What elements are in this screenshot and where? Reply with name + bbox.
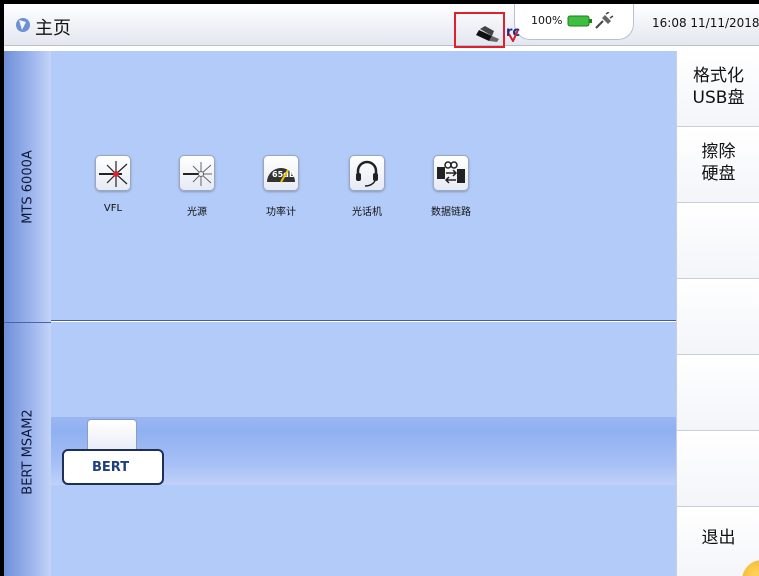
power-meter-icon: 65dB	[263, 155, 299, 191]
title-bar: 主页 rc 100% 16:08 11/11/2018	[4, 4, 759, 48]
home-icon	[16, 18, 30, 32]
panel-divider	[51, 320, 676, 321]
usb-icon[interactable]	[476, 24, 502, 42]
page-title: 主页	[35, 18, 71, 39]
light-source-icon	[179, 155, 215, 191]
data-link-icon	[433, 155, 469, 191]
bert-button[interactable]: BERT	[62, 449, 164, 485]
format-usb-label-line2: USB盘	[692, 88, 745, 108]
module-tab-bert-msam2[interactable]: BERT MSAM2	[4, 322, 51, 576]
battery-percent: 100%	[531, 14, 563, 27]
tool-label: 光源	[187, 207, 207, 218]
clock: 16:08 11/11/2018	[652, 16, 759, 30]
module-label: BERT MSAM2	[20, 408, 35, 495]
module-label: MTS 6000A	[20, 149, 35, 224]
vfl-icon	[95, 155, 131, 191]
tool-label: 数据链路	[431, 207, 471, 218]
svg-text:rc: rc	[506, 25, 520, 40]
erase-disk-button[interactable]: 擦除 硬盘	[677, 127, 759, 203]
bert-panel: BERT	[51, 322, 676, 576]
sidebar-empty-button[interactable]	[677, 203, 759, 279]
erase-disk-label-line1: 擦除	[701, 142, 736, 162]
sidebar-empty-button[interactable]	[677, 355, 759, 431]
tool-label: 功率计	[266, 207, 296, 218]
tool-label: 光话机	[352, 207, 382, 218]
tool-vfl[interactable]: VFL	[83, 155, 143, 214]
module-tab-mts-6000a[interactable]: MTS 6000A	[4, 51, 51, 322]
tool-label: VFL	[103, 203, 123, 214]
tool-data-link[interactable]: 数据链路	[421, 155, 481, 218]
device-screen: 主页 rc 100% 16:08 11/11/2018 MTS 6000A BE…	[0, 0, 759, 576]
erase-disk-label-line2: 硬盘	[701, 164, 736, 184]
tool-light-source[interactable]: 光源	[167, 155, 227, 218]
sidebar-empty-button[interactable]	[677, 279, 759, 355]
format-usb-label-line1: 格式化	[693, 66, 744, 86]
remote-control-icon: rc	[506, 25, 520, 42]
headset-icon	[349, 155, 385, 191]
tool-headset[interactable]: 光话机	[337, 155, 397, 218]
bert-tab-back[interactable]	[87, 419, 137, 453]
tool-power-meter[interactable]: 65dB 功率计	[251, 155, 311, 218]
plug-icon	[595, 12, 614, 29]
format-usb-button[interactable]: 格式化 USB盘	[677, 51, 759, 127]
right-sidebar: 格式化 USB盘 擦除 硬盘 退出	[676, 51, 759, 576]
mts-tools-panel: VFL 光源 65dB 功率计 光话机 数据链路	[51, 51, 676, 321]
sidebar-empty-button[interactable]	[677, 431, 759, 507]
battery-icon	[567, 15, 592, 27]
exit-label: 退出	[701, 528, 736, 548]
